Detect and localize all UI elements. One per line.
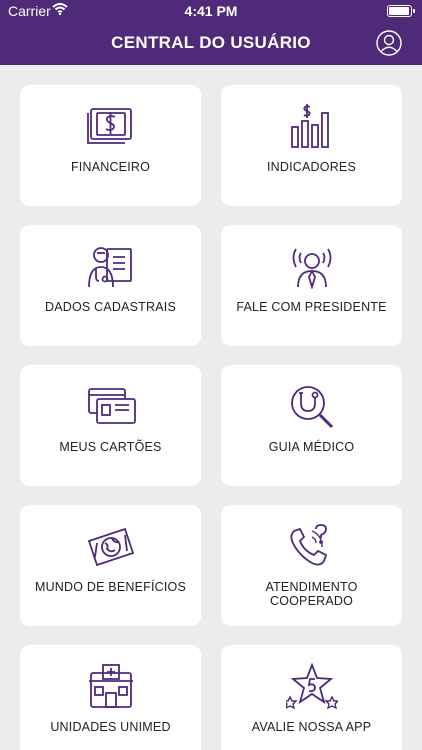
tile-indicadores[interactable]: INDICADORES (221, 85, 402, 206)
tile-atendimento-cooperado[interactable]: ATENDIMENTO COOPERADO (221, 505, 402, 626)
tile-avalie-nossa-app[interactable]: AVALIE NOSSA APP (221, 645, 402, 750)
doctor-id-icon (85, 243, 137, 289)
tile-label: FINANCEIRO (70, 160, 151, 174)
tile-mundo-de-beneficios[interactable]: MUNDO DE BENEFÍCIOS (20, 505, 201, 626)
tile-label: GUIA MÉDICO (268, 440, 355, 454)
status-bar: Carrier 4:41 PM (0, 0, 422, 22)
status-time: 4:41 PM (184, 3, 238, 19)
phone-question-icon (286, 523, 338, 569)
star-rating-icon (285, 663, 338, 709)
user-circle-icon (376, 30, 402, 56)
tile-label: UNIDADES UNIMED (50, 720, 171, 734)
cards-icon (85, 383, 137, 429)
tile-meus-cartoes[interactable]: MEUS CARTÕES (20, 365, 201, 486)
tile-label: AVALIE NOSSA APP (251, 720, 372, 734)
tile-label: INDICADORES (266, 160, 357, 174)
tile-label: MEUS CARTÕES (59, 440, 162, 454)
stethoscope-search-icon (286, 383, 338, 429)
tile-guia-medico[interactable]: GUIA MÉDICO (221, 365, 402, 486)
battery-icon (387, 5, 415, 17)
profile-button[interactable] (376, 30, 402, 56)
money-icon (85, 103, 137, 149)
world-benefits-icon (85, 523, 137, 569)
tile-fale-com-presidente[interactable]: FALE COM PRESIDENTE (221, 225, 402, 346)
hospital-icon (85, 663, 137, 709)
tile-unidades-unimed[interactable]: UNIDADES UNIMED (20, 645, 201, 750)
tile-label: DADOS CADASTRAIS (44, 300, 176, 314)
page-title: CENTRAL DO USUÁRIO (111, 33, 311, 52)
tile-label: FALE COM PRESIDENTE (236, 300, 387, 314)
tile-dados-cadastrais[interactable]: DADOS CADASTRAIS (20, 225, 201, 346)
tile-label: ATENDIMENTO COOPERADO (265, 580, 358, 608)
bar-chart-dollar-icon (286, 103, 338, 149)
tile-financeiro[interactable]: FINANCEIRO (20, 85, 201, 206)
top-bar: Carrier 4:41 PM CENTRAL DO USUÁRIO (0, 0, 422, 65)
president-icon (286, 243, 338, 289)
tile-label: MUNDO DE BENEFÍCIOS (34, 580, 187, 594)
